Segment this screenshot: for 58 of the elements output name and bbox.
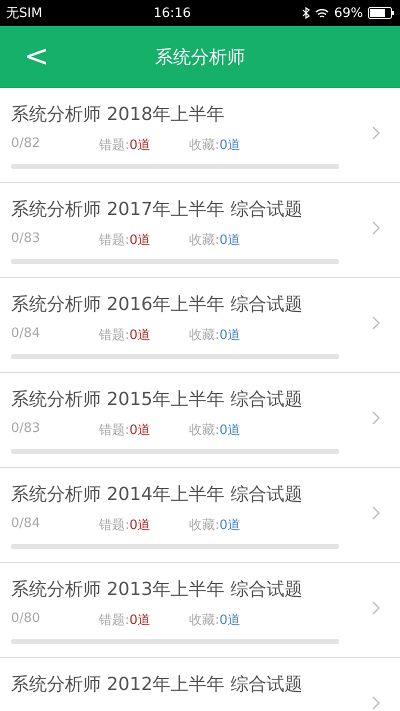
clock-text: 16:16 [153,6,191,20]
chevron-icon [372,126,380,140]
carrier-text: 无SIM [6,5,42,22]
wrong-count: 0道 [129,137,151,154]
chevron-icon [372,316,380,330]
paper-title: 系统分析师 2012年上半年 综合试题 [11,673,304,696]
paper-title: 系统分析师 2017年上半年 综合试题 [11,198,304,221]
paper-row[interactable]: 系统分析师 2015年上半年 综合试题 0/83 错题:0道 收藏:0道 [0,373,400,468]
page-title: 系统分析师 [155,46,245,69]
favorite-label: 收藏: [189,517,220,534]
battery-icon [368,7,394,19]
wrong-count: 0道 [129,612,151,629]
wrong-count: 0道 [129,517,151,534]
progress-count: 0/84 [11,326,40,343]
chevron-icon [372,411,380,425]
progress-count: 0/82 [11,136,40,153]
wrong-label: 错题: [99,232,130,249]
paper-title: 系统分析师 2018年上半年 [11,103,226,126]
wrong-label: 错题: [99,137,130,154]
wrong-count: 0道 [129,232,151,249]
paper-title: 系统分析师 2013年上半年 综合试题 [11,578,304,601]
paper-row[interactable]: 系统分析师 2014年上半年 综合试题 0/84 错题:0道 收藏:0道 [0,468,400,563]
progress-count: 0/84 [11,516,40,533]
wrong-label: 错题: [99,517,130,534]
paper-title: 系统分析师 2015年上半年 综合试题 [11,388,304,411]
wrong-label: 错题: [99,422,130,439]
paper-row[interactable]: 系统分析师 2017年上半年 综合试题 0/83 错题:0道 收藏:0道 [0,183,400,278]
favorite-count: 0道 [219,422,241,439]
battery-text: 69% [334,6,363,20]
paper-row[interactable]: 系统分析师 2018年上半年 0/82 错题:0道 收藏:0道 [0,88,400,183]
favorite-count: 0道 [219,327,241,344]
paper-title: 系统分析师 2014年上半年 综合试题 [11,483,304,506]
progress-count: 0/80 [11,611,40,628]
paper-row[interactable]: 系统分析师 2013年上半年 综合试题 0/80 错题:0道 收藏:0道 [0,563,400,658]
paper-row[interactable]: 系统分析师 2012年上半年 综合试题 [0,658,400,711]
bluetooth-icon [302,7,310,19]
progress-count: 0/83 [11,231,40,248]
progress-count: 0/83 [11,421,40,438]
favorite-label: 收藏: [189,327,220,344]
wrong-count: 0道 [129,327,151,344]
wrong-count: 0道 [129,422,151,439]
chevron-icon [372,696,380,710]
paper-row[interactable]: 系统分析师 2016年上半年 综合试题 0/84 错题:0道 收藏:0道 [0,278,400,373]
favorite-label: 收藏: [189,612,220,629]
wifi-icon [315,8,330,18]
wrong-label: 错题: [99,327,130,344]
chevron-icon [372,506,380,520]
favorite-count: 0道 [219,612,241,629]
chevron-icon [372,601,380,615]
favorite-count: 0道 [219,232,241,249]
paper-title: 系统分析师 2016年上半年 综合试题 [11,293,304,316]
favorite-label: 收藏: [189,232,220,249]
wrong-label: 错题: [99,612,130,629]
favorite-label: 收藏: [189,137,220,154]
favorite-label: 收藏: [189,422,220,439]
favorite-count: 0道 [219,137,241,154]
favorite-count: 0道 [219,517,241,534]
chevron-icon [372,221,380,235]
